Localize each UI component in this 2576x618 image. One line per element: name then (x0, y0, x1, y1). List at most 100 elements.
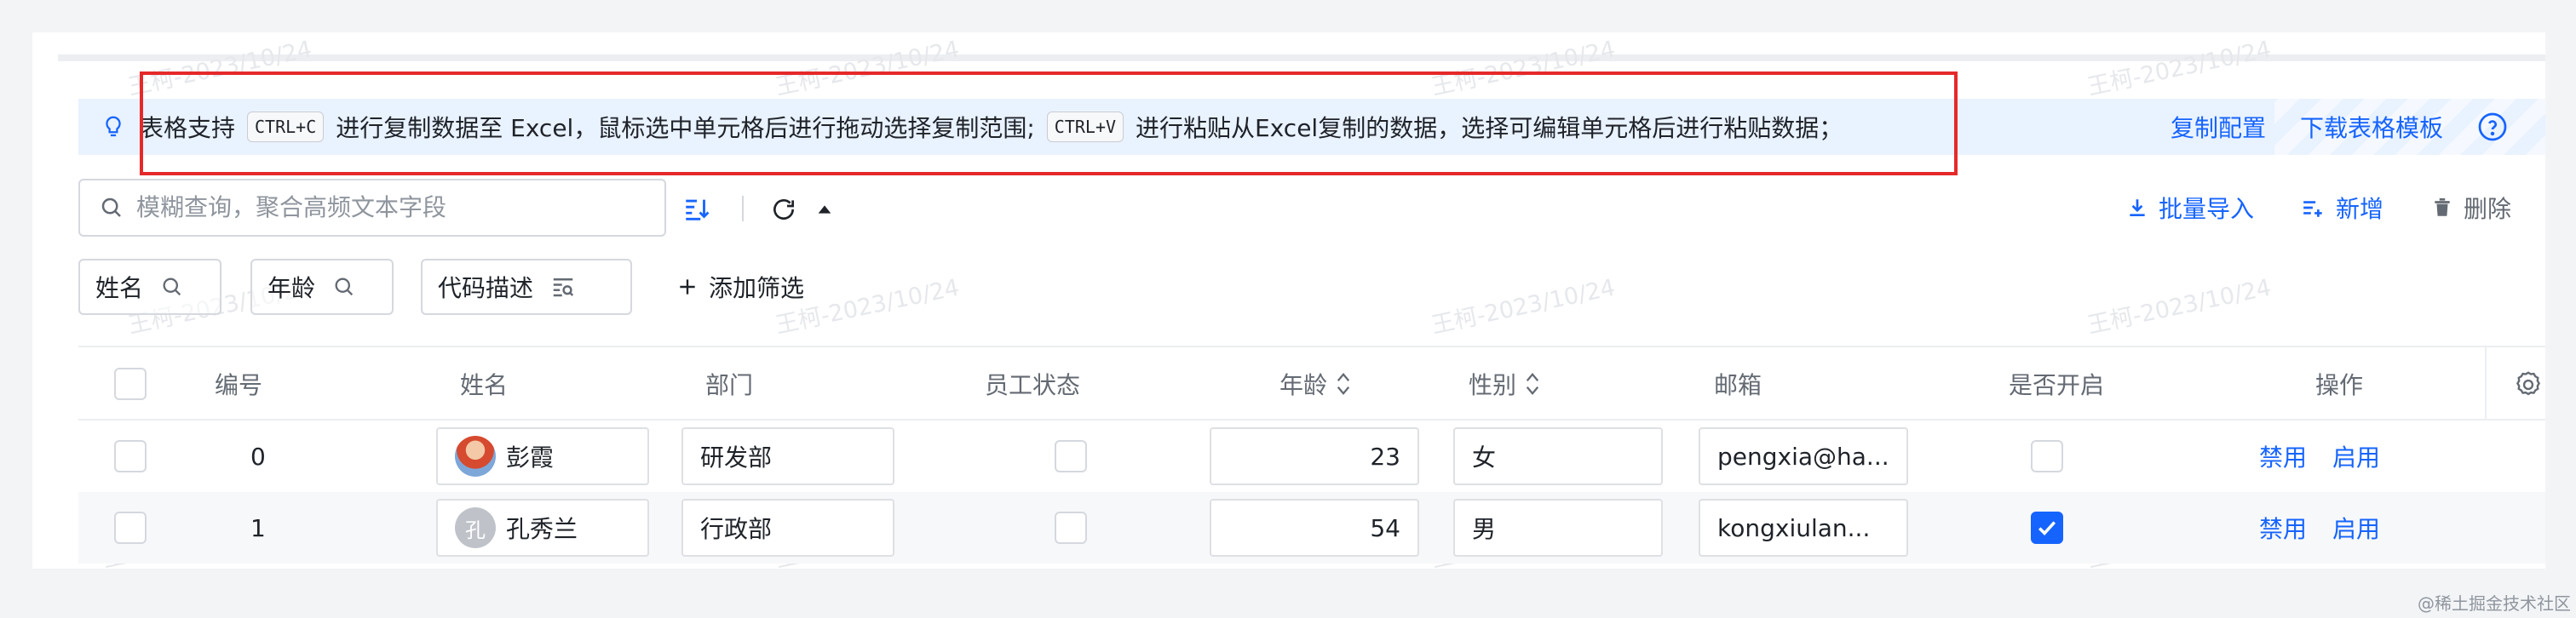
column-header-actions: 操作 (2315, 371, 2364, 399)
plus-icon (680, 279, 695, 295)
status-checkbox[interactable] (1055, 440, 1087, 472)
column-header-enabled: 是否开启 (2009, 371, 2105, 399)
lightbulb-icon (106, 116, 121, 137)
help-icon[interactable] (2477, 112, 2508, 142)
filter-age[interactable]: 年龄 (250, 259, 394, 315)
table-row: 1 孔 孔秀兰 行政部 54 男 kongxiulan... 禁用 启用 (78, 492, 2545, 564)
download-template-link[interactable]: 下载表格模板 (2300, 110, 2443, 144)
copy-config-link[interactable]: 复制配置 (2171, 110, 2266, 144)
cell-email[interactable]: kongxiulan... (1699, 499, 1908, 557)
cell-name-text: 孔秀兰 (506, 515, 578, 543)
row-checkbox[interactable] (114, 512, 147, 544)
sort-icon[interactable] (680, 192, 714, 226)
disable-link[interactable]: 禁用 (2259, 511, 2307, 545)
column-header-status: 员工状态 (985, 371, 1081, 399)
column-header-gender-label: 性别 (1469, 371, 1517, 399)
cell-age-text: 23 (1370, 442, 1400, 471)
column-header-name: 姓名 (460, 371, 509, 399)
filter-code-desc[interactable]: 代码描述 (421, 259, 632, 315)
enable-link[interactable]: 启用 (2332, 439, 2380, 473)
watermark: 王柯-2023/10/24 (2084, 274, 2274, 340)
disable-link[interactable]: 禁用 (2259, 439, 2307, 473)
cell-age-text: 54 (1370, 513, 1400, 542)
collapse-up-icon[interactable] (808, 192, 842, 226)
banner-text-2: 进行复制数据至 Excel，鼠标选中单元格后进行拖动选择复制范围; (336, 114, 1035, 142)
column-header-dept: 部门 (705, 371, 754, 399)
add-filter-label: 添加筛选 (709, 274, 805, 302)
column-header-email: 邮箱 (1714, 371, 1762, 399)
avatar (455, 436, 496, 477)
sort-arrows-icon (1526, 372, 1539, 396)
search-box[interactable] (78, 179, 666, 237)
cell-dept-text: 行政部 (700, 515, 773, 543)
cell-dept[interactable]: 行政部 (681, 499, 894, 557)
search-input[interactable] (136, 194, 613, 221)
row-actions: 禁用 启用 (2259, 421, 2380, 492)
cell-id: 0 (250, 442, 266, 471)
search-icon (335, 278, 354, 296)
status-checkbox[interactable] (1055, 512, 1087, 544)
text-search-icon (553, 278, 574, 297)
cell-email-text: pengxia@ha... (1717, 442, 1889, 471)
cell-id: 1 (250, 513, 266, 542)
cell-dept[interactable]: 研发部 (681, 427, 894, 485)
refresh-icon[interactable] (767, 192, 801, 226)
info-banner: 表格支持 CTRL+C 进行复制数据至 Excel，鼠标选中单元格后进行拖动选择… (78, 99, 2545, 155)
cell-name-text: 彭霞 (506, 443, 555, 472)
banner-links: 复制配置 下载表格模板 (2171, 99, 2508, 155)
select-all-checkbox[interactable] (114, 368, 147, 400)
search-icon (163, 278, 181, 296)
table-header: 编号 姓名 部门 员工状态 年龄 性别 邮箱 是否开启 操作 (78, 346, 2545, 421)
top-divider (58, 54, 2545, 61)
trash-icon (2435, 197, 2450, 216)
column-header-id: 编号 (215, 371, 263, 399)
cell-gender-text: 女 (1472, 443, 1497, 472)
column-divider (2485, 347, 2487, 421)
watermark: 王柯-2023/10/24 (773, 36, 962, 101)
cell-gender[interactable]: 男 (1453, 499, 1663, 557)
cell-gender-text: 男 (1472, 515, 1497, 543)
watermark: 王柯-2023/10/24 (1429, 36, 1618, 101)
settings-gear-icon[interactable] (2513, 369, 2544, 400)
row-checkbox[interactable] (114, 440, 147, 472)
bulk-import-label: 批量导入 (2158, 195, 2254, 223)
download-icon (2130, 199, 2145, 217)
watermark: 王柯-2023/10/24 (125, 36, 314, 101)
filter-age-label: 年龄 (267, 274, 316, 302)
cell-name[interactable]: 孔 孔秀兰 (436, 499, 649, 557)
cell-name[interactable]: 彭霞 (436, 427, 649, 485)
bulk-import-button[interactable]: 批量导入 (2126, 191, 2254, 225)
column-header-age[interactable]: 年龄 (1279, 347, 1353, 421)
add-button[interactable]: 新增 (2302, 191, 2383, 225)
table-card: 王柯-2023/10/24 王柯-2023/10/24 王柯-2023/10/2… (32, 32, 2545, 569)
column-header-age-label: 年龄 (1279, 371, 1328, 399)
banner-text-3: 进行粘贴从Excel复制的数据，选择可编辑单元格后进行粘贴数据； (1136, 114, 1843, 142)
cell-age[interactable]: 23 (1210, 427, 1419, 485)
delete-label: 删除 (2463, 195, 2511, 223)
watermark: 王柯-2023/10/24 (2084, 36, 2274, 101)
toolbar-divider (742, 196, 744, 221)
add-filter-button[interactable]: 添加筛选 (676, 259, 804, 315)
enabled-checkbox[interactable] (2031, 440, 2063, 472)
row-actions: 禁用 启用 (2259, 492, 2380, 564)
cell-dept-text: 研发部 (700, 443, 773, 472)
filter-code-desc-label: 代码描述 (438, 274, 534, 302)
delete-button[interactable]: 删除 (2431, 191, 2511, 225)
enable-link[interactable]: 启用 (2332, 511, 2380, 545)
checkmark-icon (2038, 521, 2056, 535)
ctrl-v-key: CTRL+V (1046, 112, 1124, 142)
table-row: 0 彭霞 研发部 23 女 pengxia@ha... 禁用 启用 (78, 421, 2545, 492)
cell-gender[interactable]: 女 (1453, 427, 1663, 485)
toolbar-actions: 批量导入 新增 删除 (2126, 179, 2511, 237)
cell-age[interactable]: 54 (1210, 499, 1419, 557)
watermark: 王柯-2023/10/24 (1429, 274, 1618, 340)
cell-email-text: kongxiulan... (1717, 513, 1871, 542)
cell-email[interactable]: pengxia@ha... (1699, 427, 1908, 485)
column-header-gender[interactable]: 性别 (1469, 347, 1542, 421)
avatar: 孔 (455, 507, 496, 548)
add-label: 新增 (2335, 195, 2383, 223)
ctrl-c-key: CTRL+C (247, 112, 325, 142)
filter-name-label: 姓名 (95, 274, 144, 302)
enabled-checkbox[interactable] (2031, 512, 2063, 544)
filter-name[interactable]: 姓名 (78, 259, 221, 315)
